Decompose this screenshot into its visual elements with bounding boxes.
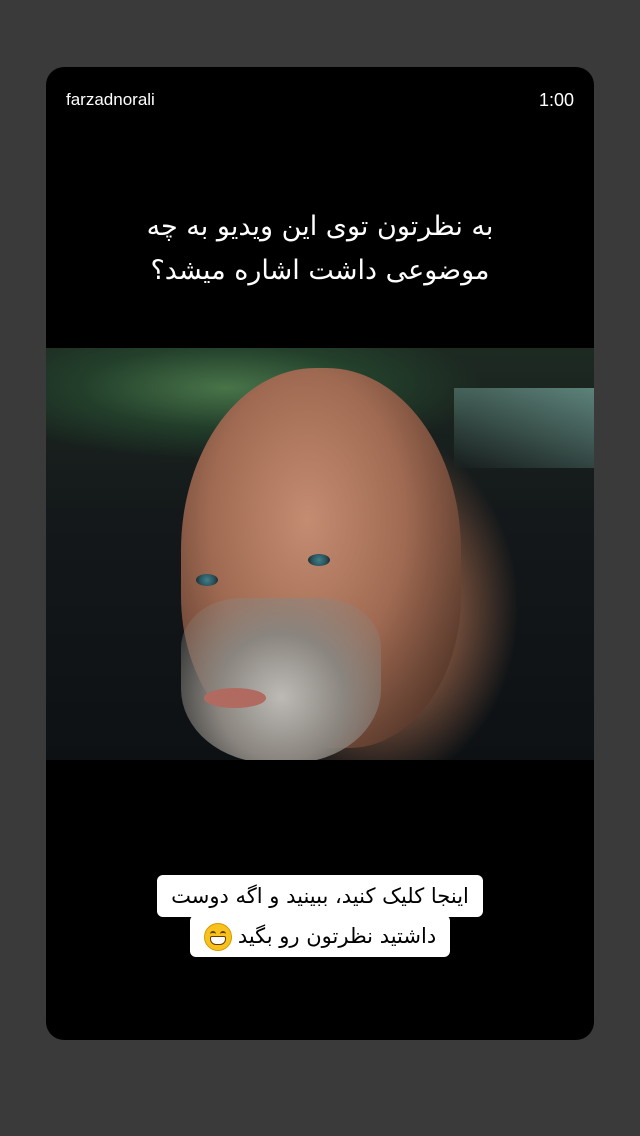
story-headline: به نظرتون توی این ویدیو به چه موضوعی داش… xyxy=(86,205,554,293)
caption-line: اینجا کلیک کنید، ببینید و اگه دوست xyxy=(157,875,483,917)
caption-sticker[interactable]: اینجا کلیک کنید، ببینید و اگه دوست داشتی… xyxy=(46,875,594,957)
story-timer: 1:00 xyxy=(538,89,574,110)
headline-line: به نظرتون توی این ویدیو به چه xyxy=(146,211,494,242)
caption-line-with-emoji: داشتید نظرتون رو بگید xyxy=(189,915,451,957)
video-thumbnail[interactable] xyxy=(46,348,594,760)
man-lips xyxy=(204,688,266,708)
caption-line-text: داشتید نظرتون رو بگید xyxy=(237,924,437,948)
man-beard xyxy=(181,598,381,760)
grinning-face-emoji-icon xyxy=(203,923,232,951)
man-eye-right xyxy=(308,554,330,566)
man-eye-left xyxy=(196,574,218,586)
story-header: farzadnorali 1:00 xyxy=(66,89,574,111)
headline-line: موضوعی داشت اشاره میشد؟ xyxy=(150,255,490,286)
story-card[interactable]: farzadnorali 1:00 به نظرتون توی این ویدی… xyxy=(46,67,594,1040)
car-window-light xyxy=(454,388,594,468)
username-label[interactable]: farzadnorali xyxy=(66,90,155,110)
